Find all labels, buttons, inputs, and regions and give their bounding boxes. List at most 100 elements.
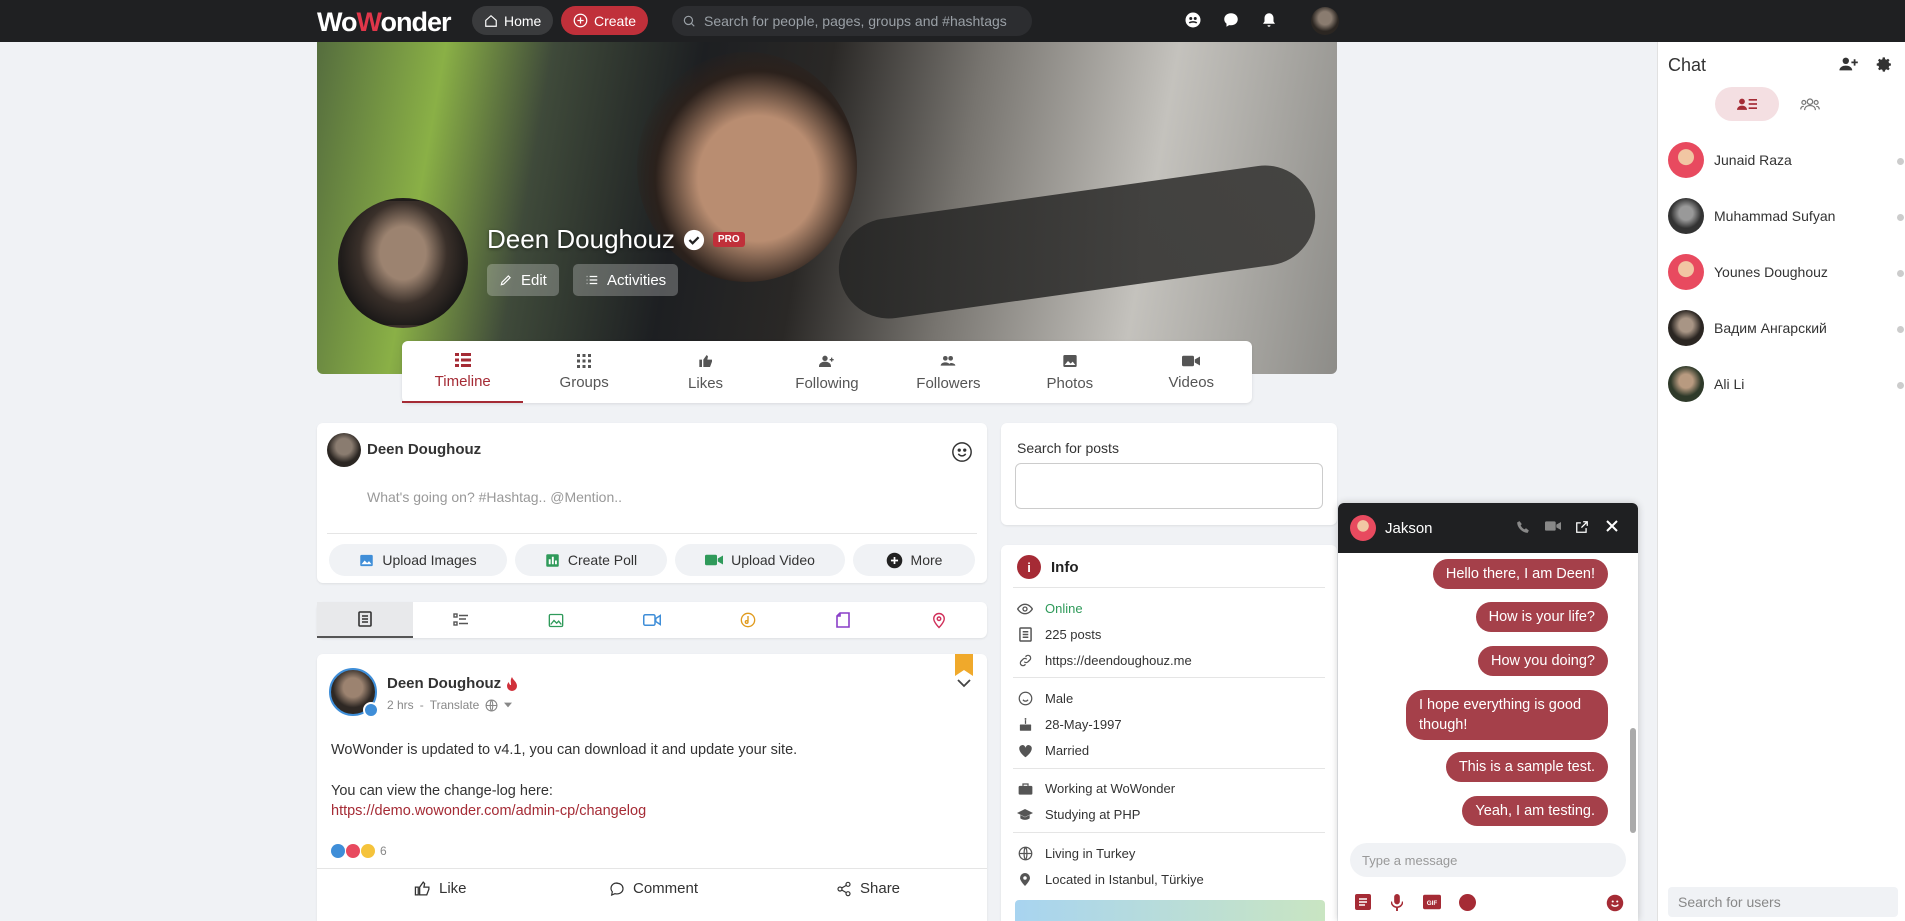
- status-dot: [1897, 382, 1904, 389]
- file-icon: [836, 612, 851, 628]
- love-reaction-icon: [346, 844, 360, 858]
- profile-name-heading: Deen Doughouz PRO: [487, 224, 745, 255]
- chat-message-input[interactable]: Type a message: [1350, 843, 1626, 877]
- chat-user-row[interactable]: Ali Li: [1668, 366, 1904, 402]
- info-gender: Male: [1017, 691, 1073, 706]
- popout-icon[interactable]: [1575, 520, 1589, 534]
- user-menu-avatar[interactable]: [1311, 7, 1339, 35]
- like-button[interactable]: Like: [414, 880, 467, 897]
- post-composer: Deen Doughouz What's going on? #Hashtag.…: [317, 423, 987, 583]
- post-meta: 2 hrs - Translate: [387, 698, 513, 712]
- chat-user-row[interactable]: Younes Doughouz: [1668, 254, 1904, 290]
- filter-video-posts[interactable]: [604, 602, 700, 638]
- filter-location-posts[interactable]: [891, 602, 987, 638]
- link-icon: [1019, 654, 1031, 667]
- post-filter-bar: [317, 602, 987, 638]
- bookmark-icon[interactable]: [955, 654, 973, 676]
- globe-icon[interactable]: [485, 699, 498, 712]
- map-pin-icon: [1020, 873, 1030, 886]
- filter-file-posts[interactable]: [796, 602, 892, 638]
- filter-text-posts[interactable]: [413, 602, 509, 638]
- more-options-button[interactable]: More: [853, 544, 975, 576]
- chat-contacts-tab[interactable]: [1715, 87, 1779, 121]
- avatar: [1668, 366, 1704, 402]
- info-heading: i Info: [1017, 555, 1079, 579]
- info-website-link[interactable]: https://deendoughouz.me: [1017, 653, 1192, 668]
- tab-following[interactable]: Following: [766, 341, 887, 403]
- phone-icon[interactable]: [1516, 520, 1530, 534]
- filter-photo-posts[interactable]: [508, 602, 604, 638]
- share-button[interactable]: Share: [836, 880, 900, 897]
- message-bubble: This is a sample test.: [1445, 752, 1608, 782]
- post-reactions[interactable]: 6: [331, 844, 387, 858]
- translate-link[interactable]: Translate: [430, 698, 480, 712]
- verified-badge-icon: [363, 702, 379, 718]
- wowonder-logo[interactable]: WoWonder: [317, 7, 452, 38]
- search-posts-input[interactable]: [1015, 463, 1323, 509]
- search-posts-card: Search for posts: [1001, 423, 1337, 525]
- emoji-icon[interactable]: [1606, 894, 1624, 912]
- post-author-name[interactable]: Deen Doughouz: [387, 675, 518, 692]
- chat-scrollbar[interactable]: [1630, 728, 1636, 833]
- caret-down-icon[interactable]: [504, 701, 513, 709]
- global-search-input[interactable]: Search for people, pages, groups and #ha…: [672, 6, 1032, 36]
- close-icon[interactable]: [1606, 520, 1618, 532]
- add-user-icon[interactable]: [1839, 56, 1859, 72]
- emoji-icon[interactable]: [951, 441, 973, 463]
- tab-likes[interactable]: Likes: [645, 341, 766, 403]
- chat-groups-tab[interactable]: [1778, 87, 1842, 121]
- document-icon[interactable]: [1355, 894, 1371, 910]
- info-located: Located in Istanbul, Türkiye: [1017, 872, 1204, 887]
- status-dot: [1897, 326, 1904, 333]
- activities-button[interactable]: Activities: [573, 264, 679, 296]
- thumbs-up-icon: [698, 354, 712, 367]
- chat-user-row[interactable]: Muhammad Sufyan: [1668, 198, 1904, 234]
- poll-chart-icon: [546, 553, 559, 567]
- chat-window-header[interactable]: Jakson: [1338, 503, 1638, 553]
- info-study: Studying at PHP: [1017, 807, 1140, 822]
- create-poll-button[interactable]: Create Poll: [515, 544, 667, 576]
- users-icon: [941, 355, 956, 366]
- gear-icon[interactable]: [1876, 56, 1893, 73]
- list-icon: [586, 275, 598, 285]
- microphone-icon[interactable]: [1391, 894, 1403, 911]
- groups-icon: [577, 353, 592, 368]
- image-icon: [1063, 354, 1077, 367]
- home-button[interactable]: Home: [472, 6, 554, 35]
- upload-video-button[interactable]: Upload Video: [675, 544, 845, 576]
- profile-avatar[interactable]: [338, 198, 468, 328]
- pro-flame-icon: [507, 676, 518, 691]
- video-camera-icon[interactable]: [1545, 520, 1561, 532]
- edit-profile-button[interactable]: Edit: [487, 264, 559, 296]
- filter-music-posts[interactable]: [700, 602, 796, 638]
- message-bubble: Hello there, I am Deen!: [1432, 559, 1608, 589]
- plus-circle-icon: [886, 552, 902, 568]
- gif-icon[interactable]: GIF: [1423, 894, 1441, 910]
- info-online-status: Online: [1017, 601, 1083, 616]
- upload-images-button[interactable]: Upload Images: [329, 544, 507, 576]
- tab-videos[interactable]: Videos: [1131, 341, 1252, 403]
- chevron-down-icon[interactable]: [957, 678, 971, 688]
- tab-followers[interactable]: Followers: [888, 341, 1009, 403]
- home-icon: [485, 14, 497, 27]
- chat-user-row[interactable]: Вадим Ангарский: [1668, 310, 1904, 346]
- messages-icon[interactable]: [1221, 10, 1241, 30]
- changelog-link[interactable]: https://demo.wowonder.com/admin-cp/chang…: [331, 801, 971, 821]
- tab-photos[interactable]: Photos: [1009, 341, 1130, 403]
- avatar: [1668, 142, 1704, 178]
- color-picker-icon[interactable]: [1459, 894, 1476, 911]
- filter-all-posts[interactable]: [317, 602, 413, 638]
- tab-timeline[interactable]: Timeline: [402, 341, 524, 403]
- comment-button[interactable]: Comment: [609, 880, 698, 897]
- contacts-list-icon: [1737, 98, 1757, 110]
- chat-user-search-input[interactable]: Search for users: [1668, 887, 1898, 917]
- user-plus-icon: [818, 355, 834, 367]
- chat-contact-name: Jakson: [1385, 520, 1433, 537]
- composer-textarea[interactable]: What's going on? #Hashtag.. @Mention..: [367, 489, 622, 505]
- location-map[interactable]: [1015, 900, 1325, 921]
- tab-groups[interactable]: Groups: [523, 341, 644, 403]
- chat-user-row[interactable]: Junaid Raza: [1668, 142, 1904, 178]
- friends-icon[interactable]: [1183, 10, 1203, 30]
- create-button[interactable]: Create: [561, 6, 649, 35]
- notifications-bell-icon[interactable]: [1259, 10, 1279, 30]
